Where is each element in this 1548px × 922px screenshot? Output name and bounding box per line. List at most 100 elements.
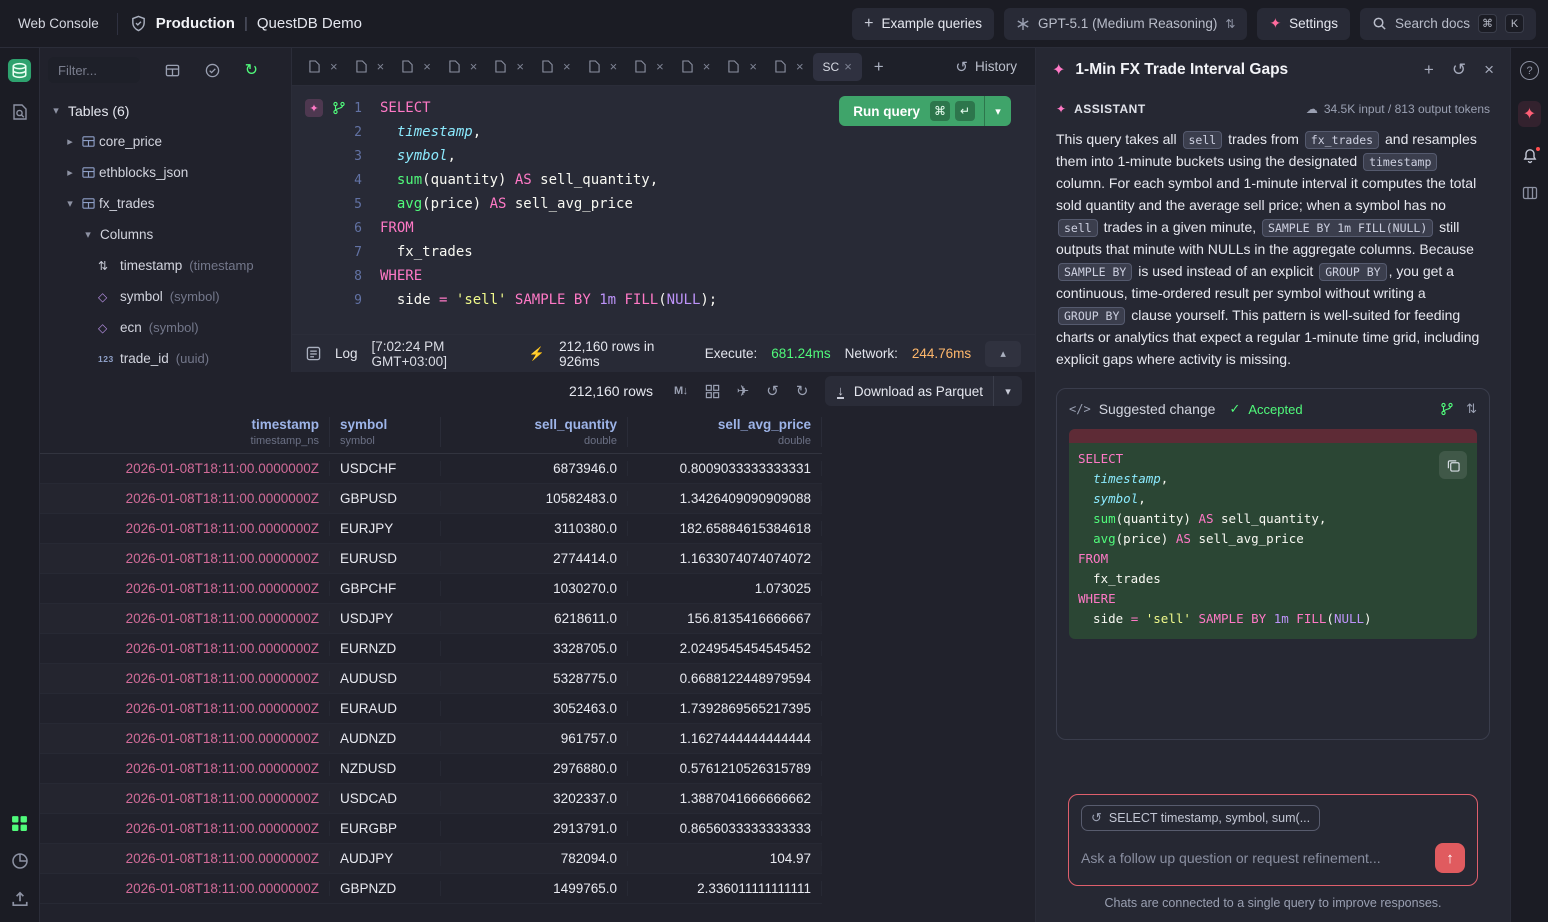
editor-tab[interactable]: SC ×	[813, 53, 862, 81]
chevron-down-icon[interactable]: ▾	[994, 385, 1022, 398]
query-context-chip[interactable]: ↺ SELECT timestamp, symbol, sum(...	[1081, 805, 1320, 831]
markdown-export-icon[interactable]: M↓	[674, 385, 688, 397]
assistant-panel: ✦ 1-Min FX Trade Interval Gaps + ↺ × ✦ A…	[1035, 48, 1510, 922]
editor-tab[interactable]: ×	[580, 48, 627, 86]
editor-tab[interactable]: ×	[766, 48, 813, 86]
refresh-icon[interactable]: ↻	[796, 382, 809, 400]
ai-sparkle-icon[interactable]: ✦	[305, 99, 323, 117]
table-row[interactable]: 2026-01-08T18:11:00.0000000Z AUDNZD 9617…	[40, 724, 822, 754]
table-row[interactable]: 2026-01-08T18:11:00.0000000Z USDCHF 6873…	[40, 454, 822, 484]
result-panel-icon[interactable]	[1522, 185, 1538, 201]
editor-tab[interactable]: ×	[673, 48, 720, 86]
close-icon[interactable]: ×	[377, 59, 385, 74]
editor-tab[interactable]: ×	[626, 48, 673, 86]
search-docs-button[interactable]: Search docs ⌘ K	[1360, 8, 1536, 40]
column-type-icon: ◇	[98, 290, 116, 304]
table-row[interactable]: 2026-01-08T18:11:00.0000000Z AUDJPY 7820…	[40, 844, 822, 874]
history-button[interactable]: ↺ History	[955, 58, 1027, 76]
notifications-icon[interactable]	[1522, 148, 1538, 164]
tables-section-toggle[interactable]: ▾ Tables (6)	[40, 95, 291, 126]
close-button[interactable]: ×	[1484, 60, 1494, 80]
chat-history-button[interactable]: ↺	[1452, 60, 1466, 80]
run-query-button[interactable]: Run query ⌘ ↵ ▾	[839, 96, 1011, 126]
chevron-down-icon[interactable]: ▾	[985, 105, 1011, 118]
import-icon[interactable]	[11, 890, 29, 908]
help-icon[interactable]: ?	[1520, 61, 1539, 80]
table-item[interactable]: ▸ ethblocks_json	[40, 157, 291, 188]
grid-view-icon[interactable]	[11, 815, 28, 832]
column-item[interactable]: 123 trade_id (uuid)	[40, 343, 291, 372]
table-row[interactable]: 2026-01-08T18:11:00.0000000Z EURNZD 3328…	[40, 634, 822, 664]
send-icon[interactable]: ✈	[737, 382, 750, 400]
table-row[interactable]: 2026-01-08T18:11:00.0000000Z EURUSD 2774…	[40, 544, 822, 574]
filter-input[interactable]	[48, 57, 140, 83]
table-item[interactable]: ▸ core_price	[40, 126, 291, 157]
editor-tab[interactable]: ×	[393, 48, 440, 86]
copy-button[interactable]	[1439, 451, 1467, 479]
table-row[interactable]: 2026-01-08T18:11:00.0000000Z NZDUSD 2976…	[40, 754, 822, 784]
download-parquet-button[interactable]: ↓ Download as Parquet ▾	[825, 376, 1022, 406]
table-row[interactable]: 2026-01-08T18:11:00.0000000Z USDJPY 6218…	[40, 604, 822, 634]
table-row[interactable]: 2026-01-08T18:11:00.0000000Z EURJPY 3110…	[40, 514, 822, 544]
example-queries-button[interactable]: + Example queries	[852, 8, 994, 40]
cell-sell-avg-price: 156.8135416666667	[628, 611, 822, 626]
add-table-icon[interactable]	[165, 63, 180, 78]
cell-sell-quantity: 2913791.0	[441, 821, 628, 836]
refresh-icon[interactable]: ↻	[245, 60, 258, 80]
column-item[interactable]: ◇ symbol (symbol)	[40, 281, 291, 312]
git-branch-icon[interactable]	[332, 101, 346, 115]
close-icon[interactable]: ×	[703, 59, 711, 74]
grid-icon[interactable]	[705, 384, 720, 399]
model-selector[interactable]: GPT-5.1 (Medium Reasoning) ⇅	[1004, 8, 1247, 40]
questdb-logo[interactable]	[7, 58, 32, 83]
query-history-icon[interactable]: ↺	[766, 382, 779, 400]
table-row[interactable]: 2026-01-08T18:11:00.0000000Z GBPNZD 1499…	[40, 874, 822, 904]
table-item-fx-trades[interactable]: ▾ fx_trades	[40, 188, 291, 219]
columns-toggle[interactable]: ▾ Columns	[40, 219, 291, 250]
close-icon[interactable]: ×	[423, 59, 431, 74]
column-item[interactable]: ◇ ecn (symbol)	[40, 312, 291, 343]
close-icon[interactable]: ×	[796, 59, 804, 74]
check-circle-icon[interactable]	[205, 63, 220, 78]
table-row[interactable]: 2026-01-08T18:11:00.0000000Z EURGBP 2913…	[40, 814, 822, 844]
editor-tab[interactable]: ×	[347, 48, 394, 86]
table-row[interactable]: 2026-01-08T18:11:00.0000000Z GBPCHF 1030…	[40, 574, 822, 604]
sql-editor[interactable]: ✦ 1 SELECT	[292, 86, 1035, 334]
column-header-sell-avg-price[interactable]: sell_avg_price double	[628, 417, 822, 447]
assistant-meta: ✦ ASSISTANT ☁ 34.5K input / 813 output t…	[1036, 92, 1510, 122]
new-tab-button[interactable]: +	[874, 57, 884, 77]
editor-tab[interactable]: ×	[719, 48, 766, 86]
git-branch-icon[interactable]	[1440, 402, 1454, 416]
table-row[interactable]: 2026-01-08T18:11:00.0000000Z EURAUD 3052…	[40, 694, 822, 724]
table-row[interactable]: 2026-01-08T18:11:00.0000000Z USDCAD 3202…	[40, 784, 822, 814]
send-button[interactable]: ↑	[1435, 843, 1465, 873]
close-icon[interactable]: ×	[470, 59, 478, 74]
collapse-log-button[interactable]: ▴	[985, 341, 1021, 367]
column-header-timestamp[interactable]: timestamp timestamp_ns	[40, 417, 330, 447]
follow-up-input[interactable]: Ask a follow up question or request refi…	[1081, 850, 1435, 866]
close-icon[interactable]: ×	[516, 59, 524, 74]
table-row[interactable]: 2026-01-08T18:11:00.0000000Z GBPUSD 1058…	[40, 484, 822, 514]
close-icon[interactable]: ×	[656, 59, 664, 74]
close-icon[interactable]: ×	[749, 59, 757, 74]
column-header-symbol[interactable]: symbol symbol	[330, 417, 441, 447]
pie-chart-icon[interactable]	[11, 852, 29, 870]
close-icon[interactable]: ×	[330, 59, 338, 74]
schema-explorer-icon[interactable]	[11, 103, 29, 121]
column-header-sell-quantity[interactable]: sell_quantity double	[441, 417, 628, 447]
close-icon[interactable]: ×	[610, 59, 618, 74]
settings-button[interactable]: ✦ Settings	[1257, 8, 1350, 40]
editor-tab[interactable]: ×	[440, 48, 487, 86]
new-chat-button[interactable]: +	[1424, 60, 1434, 80]
table-row[interactable]: 2026-01-08T18:11:00.0000000Z AUDUSD 5328…	[40, 664, 822, 694]
editor-tab[interactable]: ×	[300, 48, 347, 86]
close-icon[interactable]: ×	[844, 59, 852, 74]
editor-tab[interactable]: ×	[486, 48, 533, 86]
editor-tab[interactable]: ×	[533, 48, 580, 86]
instance-selector[interactable]: Production | QuestDB Demo	[130, 15, 362, 32]
close-icon[interactable]: ×	[563, 59, 571, 74]
expand-icon[interactable]: ⇅	[1466, 401, 1477, 417]
chevron-down-icon: ▾	[80, 228, 96, 241]
assistant-toggle-icon[interactable]: ✦	[1518, 101, 1541, 127]
column-item[interactable]: ⇅ timestamp (timestamp	[40, 250, 291, 281]
